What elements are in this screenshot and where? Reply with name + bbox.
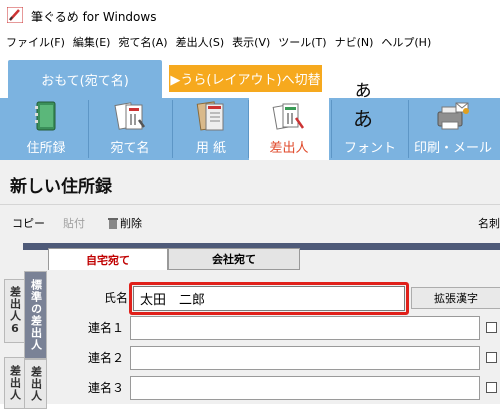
renmei1-checkbox[interactable] — [486, 322, 497, 333]
menu-bar: ファイル(F) 編集(E) 宛て名(A) 差出人(S) 表示(V) ツール(T)… — [0, 32, 500, 52]
renmei2-checkbox[interactable] — [486, 352, 497, 363]
renmei3-label: 連名３ — [87, 381, 124, 395]
sender-edit-area: 自宅宛て 会社宛て 差出人6 標準の差出人 差出人 差出人 氏名 拡張漢字 連名… — [0, 239, 500, 409]
trash-icon — [108, 218, 118, 229]
renmei2-label: 連名２ — [87, 351, 124, 365]
font-icon-glyph: ぁあ — [353, 77, 373, 131]
renmei3-input[interactable] — [130, 376, 480, 400]
side-tab-standard-sender[interactable]: 標準の差出人 — [24, 271, 47, 359]
menu-sender[interactable]: 差出人(S) — [172, 34, 229, 50]
name-label: 氏名 — [103, 291, 128, 305]
delete-label: 削除 — [120, 217, 142, 230]
paper-icon — [196, 101, 224, 131]
menu-edit[interactable]: 編集(E) — [69, 34, 115, 50]
edit-toolbar: コピー 貼付 削除 名刺 — [0, 205, 500, 239]
fude-gurume-app-icon — [7, 7, 23, 23]
side-tab-sender[interactable]: 差出人 — [24, 359, 47, 409]
tab-omote[interactable]: おもて(宛て名) — [8, 60, 162, 98]
ribbon-label: 宛て名 — [110, 141, 150, 156]
mode-tab-strip: おもて(宛て名) ▶うら(レイアウト)へ切替 — [0, 52, 500, 98]
name-input[interactable] — [133, 286, 405, 311]
ribbon: 住所録 宛て名 用 紙 差出人 ぁあ フォント 印刷・メール — [0, 77, 500, 160]
font-icon: ぁあ — [353, 77, 387, 134]
extended-kanji-button[interactable]: 拡張漢字 — [411, 287, 500, 309]
side-tab-sender[interactable]: 差出人 — [4, 357, 25, 409]
postcard-icon — [114, 102, 146, 130]
sender-icon — [272, 103, 305, 130]
window-title: 筆ぐるめ for Windows — [31, 10, 157, 24]
menu-atena[interactable]: 宛て名(A) — [114, 34, 171, 50]
page-title: 新しい住所録 — [10, 177, 112, 197]
sender-form: 氏名 拡張漢字 連名１ 連名２ 連名３ — [48, 270, 500, 404]
ribbon-atena[interactable]: 宛て名 — [92, 98, 168, 160]
paste-button[interactable]: 貼付 — [63, 215, 85, 231]
ribbon-sender[interactable]: 差出人 — [249, 98, 329, 160]
ribbon-address-book[interactable]: 住所録 — [8, 98, 84, 160]
switch-to-ura-button[interactable]: ▶うら(レイアウト)へ切替 — [169, 65, 322, 92]
ribbon-print-mail[interactable]: 印刷・メール — [410, 98, 496, 160]
ribbon-separator — [408, 100, 409, 158]
ribbon-label: フォント — [343, 141, 396, 156]
address-book-icon — [35, 101, 56, 131]
tab-company-address[interactable]: 会社宛て — [168, 248, 300, 270]
ribbon-label: 印刷・メール — [413, 141, 492, 156]
renmei3-checkbox[interactable] — [486, 382, 497, 393]
ribbon-separator — [331, 100, 332, 158]
menu-file[interactable]: ファイル(F) — [0, 34, 69, 50]
copy-button[interactable]: コピー — [12, 215, 45, 231]
renmei1-label: 連名１ — [87, 321, 124, 335]
menu-navi[interactable]: ナビ(N) — [331, 34, 378, 50]
page-header: 新しい住所録 — [0, 160, 500, 205]
renmei2-input[interactable] — [130, 346, 480, 370]
ribbon-separator — [88, 100, 89, 158]
menu-help[interactable]: ヘルプ(H) — [377, 34, 435, 50]
ribbon-separator — [172, 100, 173, 158]
sender-side-tabs: 差出人6 標準の差出人 差出人 差出人 — [0, 271, 48, 409]
renmei1-input[interactable] — [130, 316, 480, 340]
ribbon-label: 差出人 — [269, 141, 309, 156]
business-card-button[interactable]: 名刺 — [478, 215, 500, 231]
ribbon-label: 用 紙 — [195, 141, 227, 156]
delete-button[interactable]: 削除 — [108, 215, 142, 231]
ribbon-font[interactable]: ぁあ フォント — [334, 77, 406, 160]
side-tab-sender-6[interactable]: 差出人6 — [4, 279, 25, 343]
menu-tools[interactable]: ツール(T) — [274, 34, 330, 50]
ribbon-paper[interactable]: 用 紙 — [176, 98, 246, 160]
ribbon-label: 住所録 — [26, 141, 66, 156]
title-bar: 筆ぐるめ for Windows — [0, 0, 500, 32]
printer-icon — [437, 102, 469, 130]
menu-view[interactable]: 表示(V) — [228, 34, 274, 50]
tab-home-address[interactable]: 自宅宛て — [48, 248, 168, 270]
